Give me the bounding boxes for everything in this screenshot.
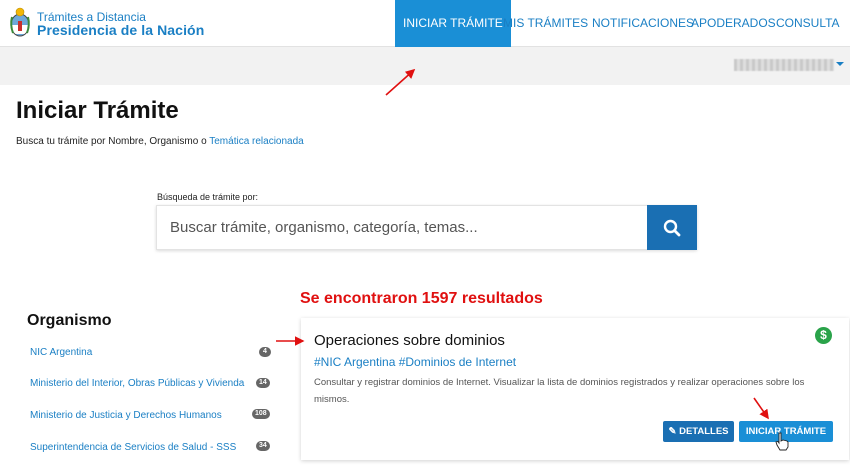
user-menu-name-blurred[interactable] bbox=[734, 59, 834, 71]
start-tramite-button[interactable]: INICIAR TRÁMITE bbox=[739, 421, 833, 442]
coat-of-arms-logo[interactable] bbox=[8, 7, 32, 39]
org-filter-ministerio-interior[interactable]: Ministerio del Interior, Obras Públicas … bbox=[30, 378, 244, 389]
organismo-heading: Organismo bbox=[27, 312, 112, 329]
search-input[interactable] bbox=[157, 206, 647, 249]
search-label: Búsqueda de trámite por: bbox=[157, 192, 259, 202]
search-button[interactable] bbox=[647, 205, 697, 250]
search-icon bbox=[663, 219, 681, 236]
user-bar bbox=[0, 47, 850, 85]
result-card: Operaciones sobre dominios #NIC Argentin… bbox=[301, 318, 849, 460]
result-tags[interactable]: #NIC Argentina #Dominios de Internet bbox=[314, 355, 516, 369]
org-count-badge: 14 bbox=[256, 378, 270, 388]
result-description: Consultar y registrar dominios de Intern… bbox=[314, 377, 805, 405]
dollar-icon: $ bbox=[815, 327, 832, 344]
tag-icon: ✎ bbox=[668, 426, 677, 437]
details-button-label: DETALLES bbox=[679, 426, 729, 437]
brand-title[interactable]: Presidencia de la Nación bbox=[37, 22, 204, 38]
details-button[interactable]: ✎ DETALLES bbox=[663, 421, 734, 442]
subtitle-tematica-link[interactable]: Temática relacionada bbox=[209, 136, 304, 147]
org-count-badge: 4 bbox=[259, 347, 271, 357]
subtitle-separator: o bbox=[198, 136, 210, 147]
org-filter-superintendencia-salud[interactable]: Superintendencia de Servicios de Salud -… bbox=[30, 442, 236, 453]
search-box bbox=[156, 205, 697, 250]
org-count-badge: 108 bbox=[252, 409, 270, 419]
top-header: Trámites a Distancia Presidencia de la N… bbox=[0, 0, 850, 47]
org-filter-ministerio-justicia[interactable]: Ministerio de Justicia y Derechos Humano… bbox=[30, 410, 222, 421]
nav-consulta[interactable]: CONSULTA bbox=[776, 0, 840, 47]
page-subtitle: Busca tu trámite por Nombre, Organismo o… bbox=[16, 136, 304, 147]
results-count: Se encontraron 1597 resultados bbox=[300, 290, 543, 307]
page-title: Iniciar Trámite bbox=[16, 97, 179, 124]
result-title[interactable]: Operaciones sobre dominios bbox=[314, 332, 505, 349]
org-count-badge: 34 bbox=[256, 441, 270, 451]
nav-mis-tramites[interactable]: MIS TRÁMITES bbox=[503, 0, 588, 47]
nav-iniciar-tramite[interactable]: INICIAR TRÁMITE bbox=[395, 0, 511, 47]
chevron-down-icon[interactable] bbox=[836, 62, 844, 66]
subtitle-text: Busca tu trámite por Nombre, Organismo bbox=[16, 136, 199, 147]
nav-apoderados[interactable]: APODERADOS bbox=[691, 0, 776, 47]
org-filter-nic-argentina[interactable]: NIC Argentina bbox=[30, 347, 92, 358]
nav-notificaciones[interactable]: NOTIFICACIONES bbox=[592, 0, 694, 47]
